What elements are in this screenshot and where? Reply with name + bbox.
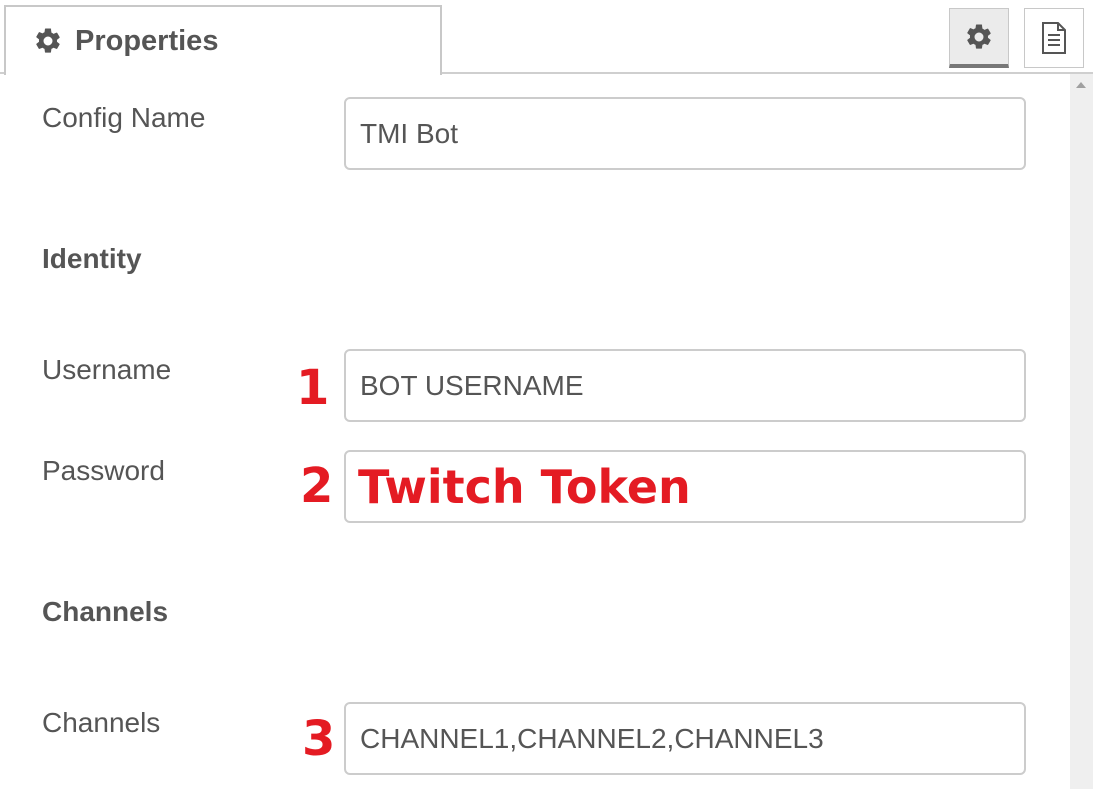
username-input[interactable] (344, 349, 1026, 422)
config-name-input[interactable] (344, 97, 1026, 170)
annotation-marker-2: 2 (300, 458, 334, 514)
annotation-marker-1: 1 (296, 360, 330, 416)
identity-heading: Identity (42, 243, 142, 274)
username-label: Username (42, 354, 172, 385)
settings-button[interactable] (949, 8, 1009, 68)
scroll-up-arrow-icon[interactable] (1076, 82, 1086, 88)
annotation-marker-3: 3 (302, 711, 336, 767)
channels-input[interactable] (344, 702, 1026, 775)
channels-heading: Channels (42, 596, 169, 627)
document-icon (1042, 22, 1066, 54)
tab-properties[interactable]: Properties (4, 5, 442, 75)
gear-icon (36, 28, 60, 53)
gear-icon (967, 23, 991, 49)
tab-bar: Properties (0, 0, 1093, 75)
config-name-label: Config Name (42, 102, 206, 133)
description-button[interactable] (1024, 8, 1084, 68)
properties-panel: Properties Config Name Identity Username… (0, 0, 1093, 789)
password-label: Password (42, 455, 165, 486)
channels-label: Channels (42, 707, 161, 738)
tab-label: Properties (75, 25, 219, 57)
password-input[interactable] (344, 450, 1026, 523)
scrollbar[interactable] (1070, 74, 1093, 789)
